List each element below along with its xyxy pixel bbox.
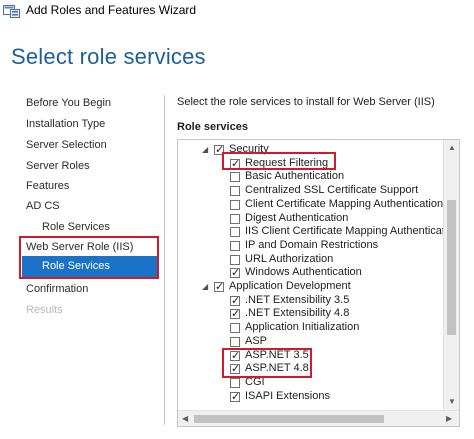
checkbox[interactable]	[230, 323, 240, 334]
role-services-tree[interactable]: ISAPI ExtensionsCGIASP.NET 4.8ASP.NET 3.…	[177, 139, 460, 427]
checkbox[interactable]	[230, 294, 240, 307]
nav-before-you-begin[interactable]: Before You Begin	[26, 97, 111, 109]
tree-item-label: URL Authorization	[245, 252, 334, 265]
tree-item-row[interactable]: .NET Extensibility 4.8	[178, 307, 443, 321]
tree-item-row[interactable]: IIS Client Certificate Mapping Authentic…	[178, 225, 447, 239]
intro-text: Select the role services to install for …	[177, 96, 435, 108]
checkbox[interactable]	[230, 240, 240, 251]
tree-item-label: .NET Extensibility 4.8	[245, 307, 350, 320]
checkbox[interactable]	[230, 307, 240, 320]
tree-item-row[interactable]: ISAPI Extensions	[178, 390, 443, 404]
vertical-scroll-thumb[interactable]	[447, 200, 456, 335]
tree-group-row[interactable]: ◢ Security	[178, 143, 443, 157]
tree-item-label: Client Certificate Mapping Authenticatio…	[245, 197, 444, 210]
tree-item-row[interactable]: Digest Authentication	[178, 212, 443, 226]
tree-group-row[interactable]: ◢ Application Development	[178, 280, 443, 294]
tree-item-row[interactable]: ASP	[178, 335, 443, 349]
checkbox[interactable]	[230, 349, 240, 362]
nav-ad-cs[interactable]: AD CS	[26, 200, 60, 212]
tree-item-label: Security	[229, 143, 269, 155]
tree-item-label: Centralized SSL Certificate Support	[245, 184, 419, 197]
tree-item-row[interactable]: Application Initialization	[178, 321, 443, 335]
checkbox[interactable]	[230, 199, 240, 210]
checkbox[interactable]	[214, 143, 224, 156]
scroll-down-arrow-icon[interactable]: ▼	[448, 398, 456, 406]
checkbox[interactable]	[230, 157, 240, 170]
tree-item-row[interactable]: Basic Authentication	[178, 170, 443, 184]
vertical-scrollbar[interactable]: ▲ ▼	[443, 140, 459, 410]
checkbox[interactable]	[230, 362, 240, 375]
expanded-triangle-icon[interactable]: ◢	[202, 146, 210, 154]
checkbox[interactable]	[230, 390, 240, 403]
tree-item-label: Digest Authentication	[245, 211, 349, 224]
checkbox[interactable]	[230, 172, 240, 183]
tree-item-label: IP and Domain Restrictions	[245, 238, 379, 251]
horizontal-scrollbar[interactable]: ◀ ▶	[178, 410, 459, 426]
scroll-left-arrow-icon[interactable]: ◀	[182, 415, 188, 423]
tree-item-label: Windows Authentication	[245, 266, 362, 279]
tree-item-label: Application Development	[229, 280, 351, 292]
nav-server-roles[interactable]: Server Roles	[26, 160, 90, 172]
tree-item-row[interactable]: ASP.NET 4.8	[178, 362, 443, 376]
tree-item-label: Application Initialization	[245, 321, 360, 334]
tree-item-label: Request Filtering	[245, 156, 329, 169]
tree-item-row[interactable]: Request Filtering	[178, 157, 443, 171]
nav-results: Results	[26, 304, 63, 316]
nav-web-server-role[interactable]: Web Server Role (IIS)	[26, 241, 133, 253]
server-manager-icon	[3, 5, 20, 18]
nav-features[interactable]: Features	[26, 180, 69, 192]
nav-active-label: Role Services	[42, 260, 110, 272]
tree-item-label: CGI	[245, 375, 265, 388]
tree-item-label: ASP.NET 4.8	[245, 362, 309, 375]
tree-item-row[interactable]: Client Certificate Mapping Authenticatio…	[178, 198, 443, 212]
tree-item-row[interactable]: .NET Extensibility 3.5	[178, 294, 443, 308]
nav-server-selection[interactable]: Server Selection	[26, 139, 107, 151]
checkbox[interactable]	[230, 213, 240, 224]
checkbox[interactable]	[230, 336, 240, 347]
tree-item-row[interactable]: CGI	[178, 376, 443, 390]
title-bar: Add Roles and Features Wizard	[0, 0, 474, 22]
tree-item-row[interactable]: URL Authorization	[178, 253, 443, 267]
nav-confirmation[interactable]: Confirmation	[26, 283, 88, 295]
expanded-triangle-icon[interactable]: ◢	[202, 283, 210, 291]
nav-web-role-services-active[interactable]: Role Services	[22, 256, 157, 277]
tree-item-row[interactable]: ASP.NET 3.5	[178, 349, 443, 363]
checkbox[interactable]	[230, 377, 240, 388]
role-services-label: Role services	[177, 121, 248, 133]
page-title: Select role services	[11, 44, 206, 69]
tree-item-row[interactable]: IP and Domain Restrictions	[178, 239, 443, 253]
tree-item-row[interactable]: Windows Authentication	[178, 266, 443, 280]
horizontal-scroll-thumb[interactable]	[194, 415, 384, 423]
checkbox[interactable]	[230, 186, 240, 197]
scroll-up-arrow-icon[interactable]: ▲	[448, 144, 456, 152]
tree-item-label: .NET Extensibility 3.5	[245, 293, 350, 306]
nav-divider	[164, 95, 165, 425]
tree-item-label: ASP.NET 3.5	[245, 348, 309, 361]
tree-item-label: ASP	[245, 334, 268, 347]
tree-item-row[interactable]: Centralized SSL Certificate Support	[178, 184, 443, 198]
nav-ad-cs-role-services[interactable]: Role Services	[42, 221, 110, 233]
checkbox[interactable]	[230, 266, 240, 279]
tree-item-label: Basic Authentication	[245, 170, 345, 183]
scroll-right-arrow-icon[interactable]: ▶	[446, 415, 452, 423]
nav-installation-type[interactable]: Installation Type	[26, 118, 105, 130]
checkbox[interactable]	[230, 227, 240, 238]
checkbox[interactable]	[214, 280, 224, 293]
checkbox[interactable]	[230, 254, 240, 265]
tree-item-label: ISAPI Extensions	[245, 389, 330, 402]
tree-item-label: IIS Client Certificate Mapping Authentic…	[245, 225, 448, 238]
window-title: Add Roles and Features Wizard	[26, 3, 197, 17]
